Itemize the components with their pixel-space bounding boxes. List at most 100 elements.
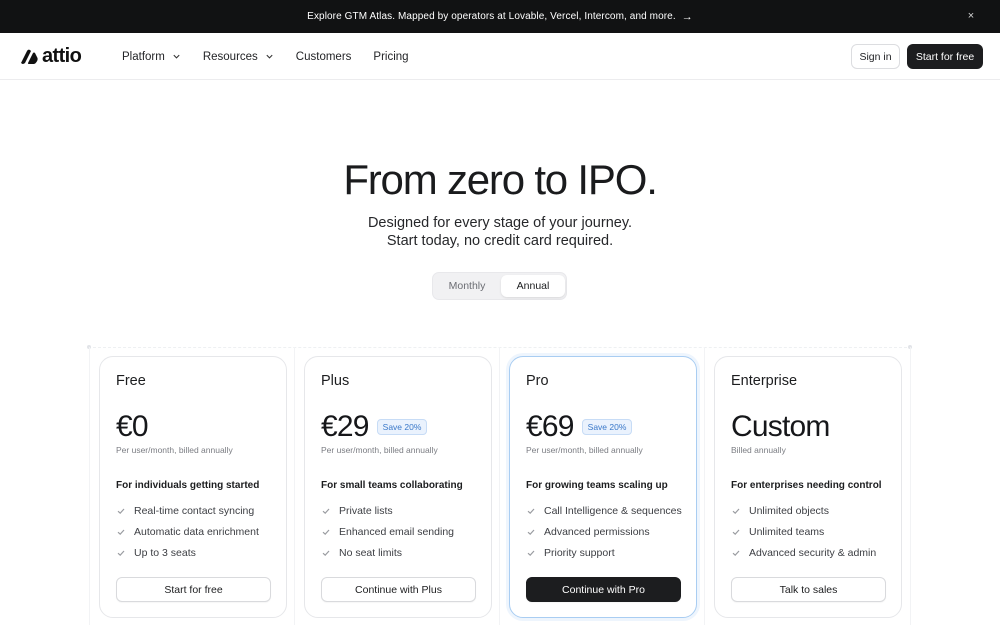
save-badge: Save 20% [581,419,633,435]
check-icon [117,508,125,514]
feature-label: Up to 3 seats [134,546,196,559]
plan-target: For individuals getting started [116,480,260,491]
list-item: Unlimited objects [731,500,876,521]
logo[interactable]: attio [19,44,82,67]
list-item: Real-time contact syncing [116,500,259,521]
toggle-monthly[interactable]: Monthly [435,275,499,297]
feature-label: Advanced permissions [544,525,650,538]
hero-subtitle: Designed for every stage of your journey… [0,214,1000,250]
list-item: Enhanced email sending [321,521,454,542]
feature-list: Private lists Enhanced email sending No … [321,500,454,563]
menu-pricing-label: Pricing [373,50,409,63]
check-icon [322,508,330,514]
plan-price: €69 [526,410,574,443]
plan-target: For enterprises needing control [731,480,882,491]
list-item: Advanced permissions [526,521,682,542]
feature-list: Call Intelligence & sequences Advanced p… [526,500,682,563]
price-row: Custom [731,410,830,444]
feature-label: Call Intelligence & sequences [544,504,682,517]
chevron-down-icon [173,54,180,59]
plan-name: Pro [526,373,549,389]
list-item: Priority support [526,542,682,563]
check-icon [732,550,740,556]
sign-in-button[interactable]: Sign in [851,44,900,69]
plan-card-free: Free €0 Per user/month, billed annually … [99,356,287,618]
continue-plus-button[interactable]: Continue with Plus [321,577,476,602]
grid-line [704,347,705,625]
menu-customers[interactable]: Customers [296,51,352,63]
check-icon [527,550,535,556]
menu-platform[interactable]: Platform [122,51,181,63]
price-row: €29 Save 20% [321,410,428,444]
check-icon [732,508,740,514]
feature-label: Real-time contact syncing [134,504,255,517]
toggle-annual[interactable]: Annual [501,275,565,297]
list-item: Private lists [321,500,454,521]
plan-price: Custom [731,410,830,443]
arrow-right-icon[interactable]: → [682,11,693,23]
plan-target: For growing teams scaling up [526,480,668,491]
grid-line [910,347,911,625]
billing-note: Billed annually [731,445,786,455]
list-item: Advanced security & admin [731,542,876,563]
feature-label: Automatic data enrichment [134,525,259,538]
attio-logo-icon [21,49,38,64]
billing-note: Per user/month, billed annually [116,445,233,455]
check-icon [117,550,125,556]
list-item: Up to 3 seats [116,542,259,563]
menu-pricing[interactable]: Pricing [373,51,408,63]
feature-label: No seat limits [339,546,403,559]
announcement-bar[interactable]: Explore GTM Atlas. Mapped by operators a… [0,0,1000,33]
top-navigation: attio Platform Resources Customers Prici… [0,33,1000,80]
price-row: €69 Save 20% [526,410,633,444]
close-icon[interactable]: × [964,9,978,23]
announcement-text[interactable]: Explore GTM Atlas. Mapped by operators a… [307,11,676,22]
billing-note: Per user/month, billed annually [321,445,438,455]
billing-note: Per user/month, billed annually [526,445,643,455]
menu-customers-label: Customers [295,50,352,63]
save-badge: Save 20% [376,419,428,435]
hero-subtitle-line1: Designed for every stage of your journey… [367,215,633,231]
plan-name: Free [116,373,146,389]
check-icon [732,529,740,535]
billing-period-toggle: Monthly Annual [432,272,567,300]
grid-line [294,347,295,625]
talk-to-sales-button[interactable]: Talk to sales [731,577,886,602]
price-row: €0 [116,410,149,444]
plan-card-pro: Pro €69 Save 20% Per user/month, billed … [509,356,697,618]
start-free-button[interactable]: Start for free [907,44,983,69]
menu-platform-label: Platform [122,50,165,63]
plan-name: Enterprise [731,373,798,389]
list-item: Call Intelligence & sequences [526,500,682,521]
menu-resources-label: Resources [202,50,258,63]
feature-label: Priority support [544,546,615,559]
list-item: Automatic data enrichment [116,521,259,542]
plan-price: €29 [321,410,369,443]
plan-card-plus: Plus €29 Save 20% Per user/month, billed… [304,356,492,618]
feature-label: Advanced security & admin [749,546,877,559]
hero-subtitle-line2: Start today, no credit card required. [386,233,614,249]
menu-resources[interactable]: Resources [203,51,274,63]
chevron-down-icon [266,54,273,59]
main-menu: Platform Resources Customers Pricing [122,33,431,80]
feature-list: Real-time contact syncing Automatic data… [116,500,259,563]
check-icon [322,529,330,535]
feature-label: Unlimited teams [749,525,825,538]
check-icon [527,508,535,514]
feature-list: Unlimited objects Unlimited teams Advanc… [731,500,876,563]
check-icon [322,550,330,556]
list-item: No seat limits [321,542,454,563]
check-icon [527,529,535,535]
plan-name: Plus [321,373,350,389]
list-item: Unlimited teams [731,521,876,542]
start-free-plan-button[interactable]: Start for free [116,577,271,602]
grid-line [499,347,500,625]
feature-label: Unlimited objects [749,504,829,517]
logo-text: attio [42,44,82,67]
page-title: From zero to IPO. [343,156,658,203]
grid-line [89,347,90,625]
grid-line [88,347,912,348]
continue-pro-button[interactable]: Continue with Pro [526,577,681,602]
feature-label: Private lists [339,504,393,517]
check-icon [117,529,125,535]
